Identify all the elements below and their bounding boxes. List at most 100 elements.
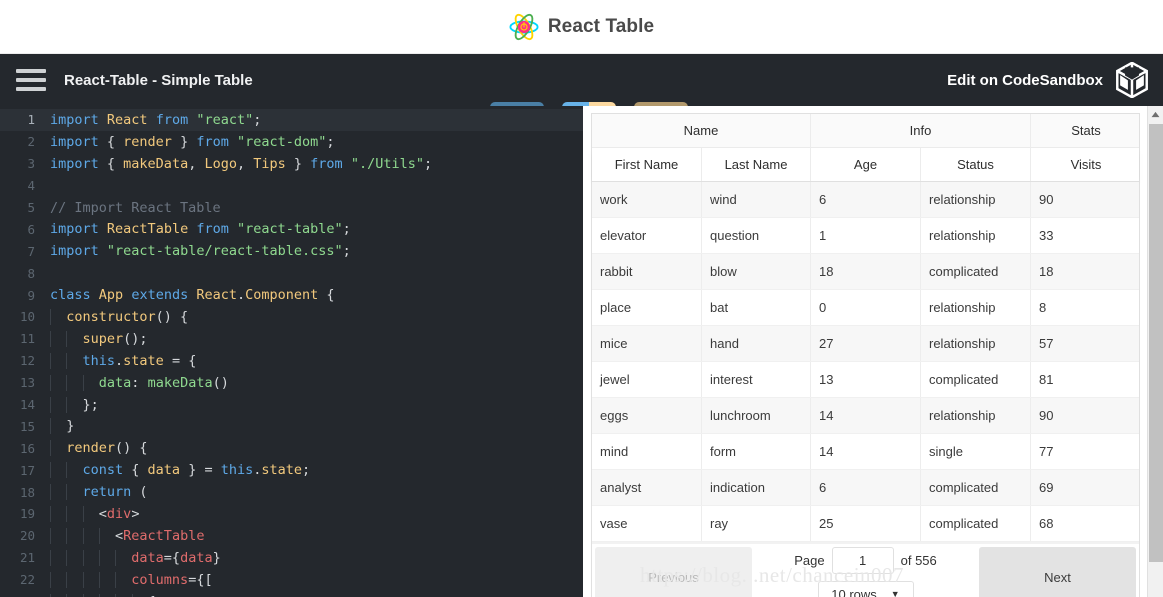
table-cell: elevator bbox=[592, 218, 702, 253]
page-size-select[interactable]: 10 rows ▼ bbox=[817, 581, 914, 597]
table-row[interactable]: analyst indication 6 complicated 69 bbox=[592, 470, 1139, 506]
table-row[interactable]: elevator question 1 relationship 33 bbox=[592, 218, 1139, 254]
column-header-age[interactable]: Age bbox=[811, 148, 921, 181]
code-text: render() { bbox=[44, 440, 148, 457]
table-cell: complicated bbox=[921, 506, 1031, 541]
table-cell: blow bbox=[702, 254, 811, 289]
code-line[interactable]: 19 <div> bbox=[0, 503, 583, 525]
line-number: 4 bbox=[27, 178, 35, 194]
group-header-cell: Info bbox=[811, 114, 1031, 147]
code-token: import bbox=[50, 155, 99, 172]
indent-guide bbox=[131, 593, 133, 597]
code-line[interactable]: 10 constructor() { bbox=[0, 306, 583, 328]
code-line[interactable]: 18 return ( bbox=[0, 481, 583, 503]
indent-guide bbox=[115, 549, 117, 566]
code-token: ; bbox=[326, 133, 335, 150]
code-line[interactable]: 5 // Import React Table bbox=[0, 197, 583, 219]
table-row[interactable]: place bat 0 relationship 8 bbox=[592, 290, 1139, 326]
scroll-up-arrow-icon[interactable] bbox=[1148, 106, 1163, 123]
indent-guide bbox=[50, 527, 51, 544]
table-cell: 1 bbox=[811, 218, 921, 253]
code-line[interactable]: 1 import React from "react"; bbox=[0, 109, 583, 131]
column-header-status[interactable]: Status bbox=[921, 148, 1031, 181]
code-line[interactable]: 20 <ReactTable bbox=[0, 525, 583, 547]
table-cell: 77 bbox=[1039, 444, 1054, 459]
app-root: React Table React-Table - Simple Table E… bbox=[0, 0, 1163, 597]
line-number: 5 bbox=[27, 200, 35, 215]
code-line[interactable]: 9 class App extends React.Component { bbox=[0, 284, 583, 306]
code-token: makeData bbox=[147, 374, 213, 391]
table-cell: 6 bbox=[811, 182, 921, 217]
code-line[interactable]: 13 data: makeData() bbox=[0, 372, 583, 394]
code-text: <ReactTable bbox=[44, 527, 204, 544]
next-page-button[interactable]: Next bbox=[979, 547, 1136, 597]
codesandbox-cube-icon[interactable] bbox=[1115, 62, 1149, 98]
previous-page-button[interactable]: Previous bbox=[595, 547, 752, 597]
line-number: 17 bbox=[19, 462, 35, 478]
column-header-last-name[interactable]: Last Name bbox=[702, 148, 811, 181]
code-line[interactable]: 14 }; bbox=[0, 394, 583, 416]
code-text: import React from "react"; bbox=[44, 112, 261, 128]
code-editor[interactable]: 1 import React from "react"; 2 import { ren… bbox=[0, 106, 583, 597]
code-token: () bbox=[212, 374, 229, 391]
indent-guide bbox=[50, 330, 51, 347]
code-line[interactable]: 6 import ReactTable from "react-table"; bbox=[0, 218, 583, 240]
hamburger-menu-icon[interactable] bbox=[16, 69, 46, 91]
line-number: 3 bbox=[27, 156, 35, 172]
group-header-cell: Name bbox=[592, 114, 811, 147]
code-line[interactable]: 15 } bbox=[0, 415, 583, 437]
code-token: ; bbox=[423, 155, 433, 172]
code-line[interactable]: 16 render() { bbox=[0, 437, 583, 459]
code-token: render bbox=[66, 440, 116, 457]
edit-on-codesandbox-link[interactable]: Edit on CodeSandbox bbox=[947, 62, 1149, 98]
column-header-visits[interactable]: Visits bbox=[1031, 148, 1141, 181]
page-number-input[interactable] bbox=[831, 547, 894, 574]
line-number: 14 bbox=[19, 397, 35, 413]
indent-guide bbox=[98, 549, 100, 566]
table-row[interactable]: work wind 6 relationship 90 bbox=[592, 182, 1139, 218]
code-line[interactable]: 3 import { makeData, Logo, Tips } from ".… bbox=[0, 153, 583, 175]
indent-guide bbox=[66, 527, 68, 544]
code-text: const { data } = this.state; bbox=[44, 462, 310, 479]
code-line[interactable]: 23 { bbox=[0, 591, 583, 597]
table-row[interactable]: mice hand 27 relationship 57 bbox=[592, 326, 1139, 362]
vertical-scrollbar[interactable] bbox=[1147, 106, 1163, 597]
table-row[interactable]: rabbit blow 18 complicated 18 bbox=[592, 254, 1139, 290]
line-number: 6 bbox=[27, 221, 35, 237]
code-line[interactable]: 11 super(); bbox=[0, 328, 583, 350]
table-cell: hand bbox=[702, 326, 811, 361]
code-line[interactable]: 8 bbox=[0, 262, 583, 284]
code-line[interactable]: 21 data={data} bbox=[0, 547, 583, 569]
code-token: import bbox=[50, 133, 99, 150]
table-cell: 90 bbox=[1039, 408, 1054, 423]
table-row[interactable]: vase ray 25 complicated 68 bbox=[592, 506, 1139, 542]
code-token: Tips bbox=[253, 155, 286, 172]
code-token: > bbox=[131, 505, 140, 522]
scrollbar-thumb[interactable] bbox=[1149, 124, 1163, 562]
code-text: data={data} bbox=[44, 549, 221, 566]
table-row[interactable]: jewel interest 13 complicated 81 bbox=[592, 362, 1139, 398]
table-row[interactable]: eggs lunchroom 14 relationship 90 bbox=[592, 398, 1139, 434]
code-token: { bbox=[98, 133, 124, 150]
code-line[interactable]: 2 import { render } from "react-dom"; bbox=[0, 131, 583, 153]
code-line[interactable]: 22 columns={[ bbox=[0, 569, 583, 591]
column-header-first-name[interactable]: First Name bbox=[592, 148, 702, 181]
code-token: }; bbox=[50, 396, 99, 413]
code-line[interactable]: 17 const { data } = this.state; bbox=[0, 459, 583, 481]
code-line[interactable]: 4 bbox=[0, 175, 583, 197]
line-number: 10 bbox=[19, 309, 35, 325]
indent-guide bbox=[82, 593, 84, 597]
code-line[interactable]: 7 import "react-table/react-table.css"; bbox=[0, 240, 583, 262]
table-cell: 90 bbox=[1039, 192, 1054, 207]
table-group-header-row: Name Info Stats bbox=[592, 114, 1139, 148]
table-body: work wind 6 relationship 90 elevator question 1… bbox=[592, 182, 1139, 542]
code-token: , bbox=[188, 155, 205, 172]
table-cell: relationship bbox=[921, 326, 1031, 361]
table-row[interactable]: mind form 14 single 77 bbox=[592, 434, 1139, 470]
table-cell: complicated bbox=[921, 470, 1031, 505]
code-line[interactable]: 12 this.state = { bbox=[0, 350, 583, 372]
